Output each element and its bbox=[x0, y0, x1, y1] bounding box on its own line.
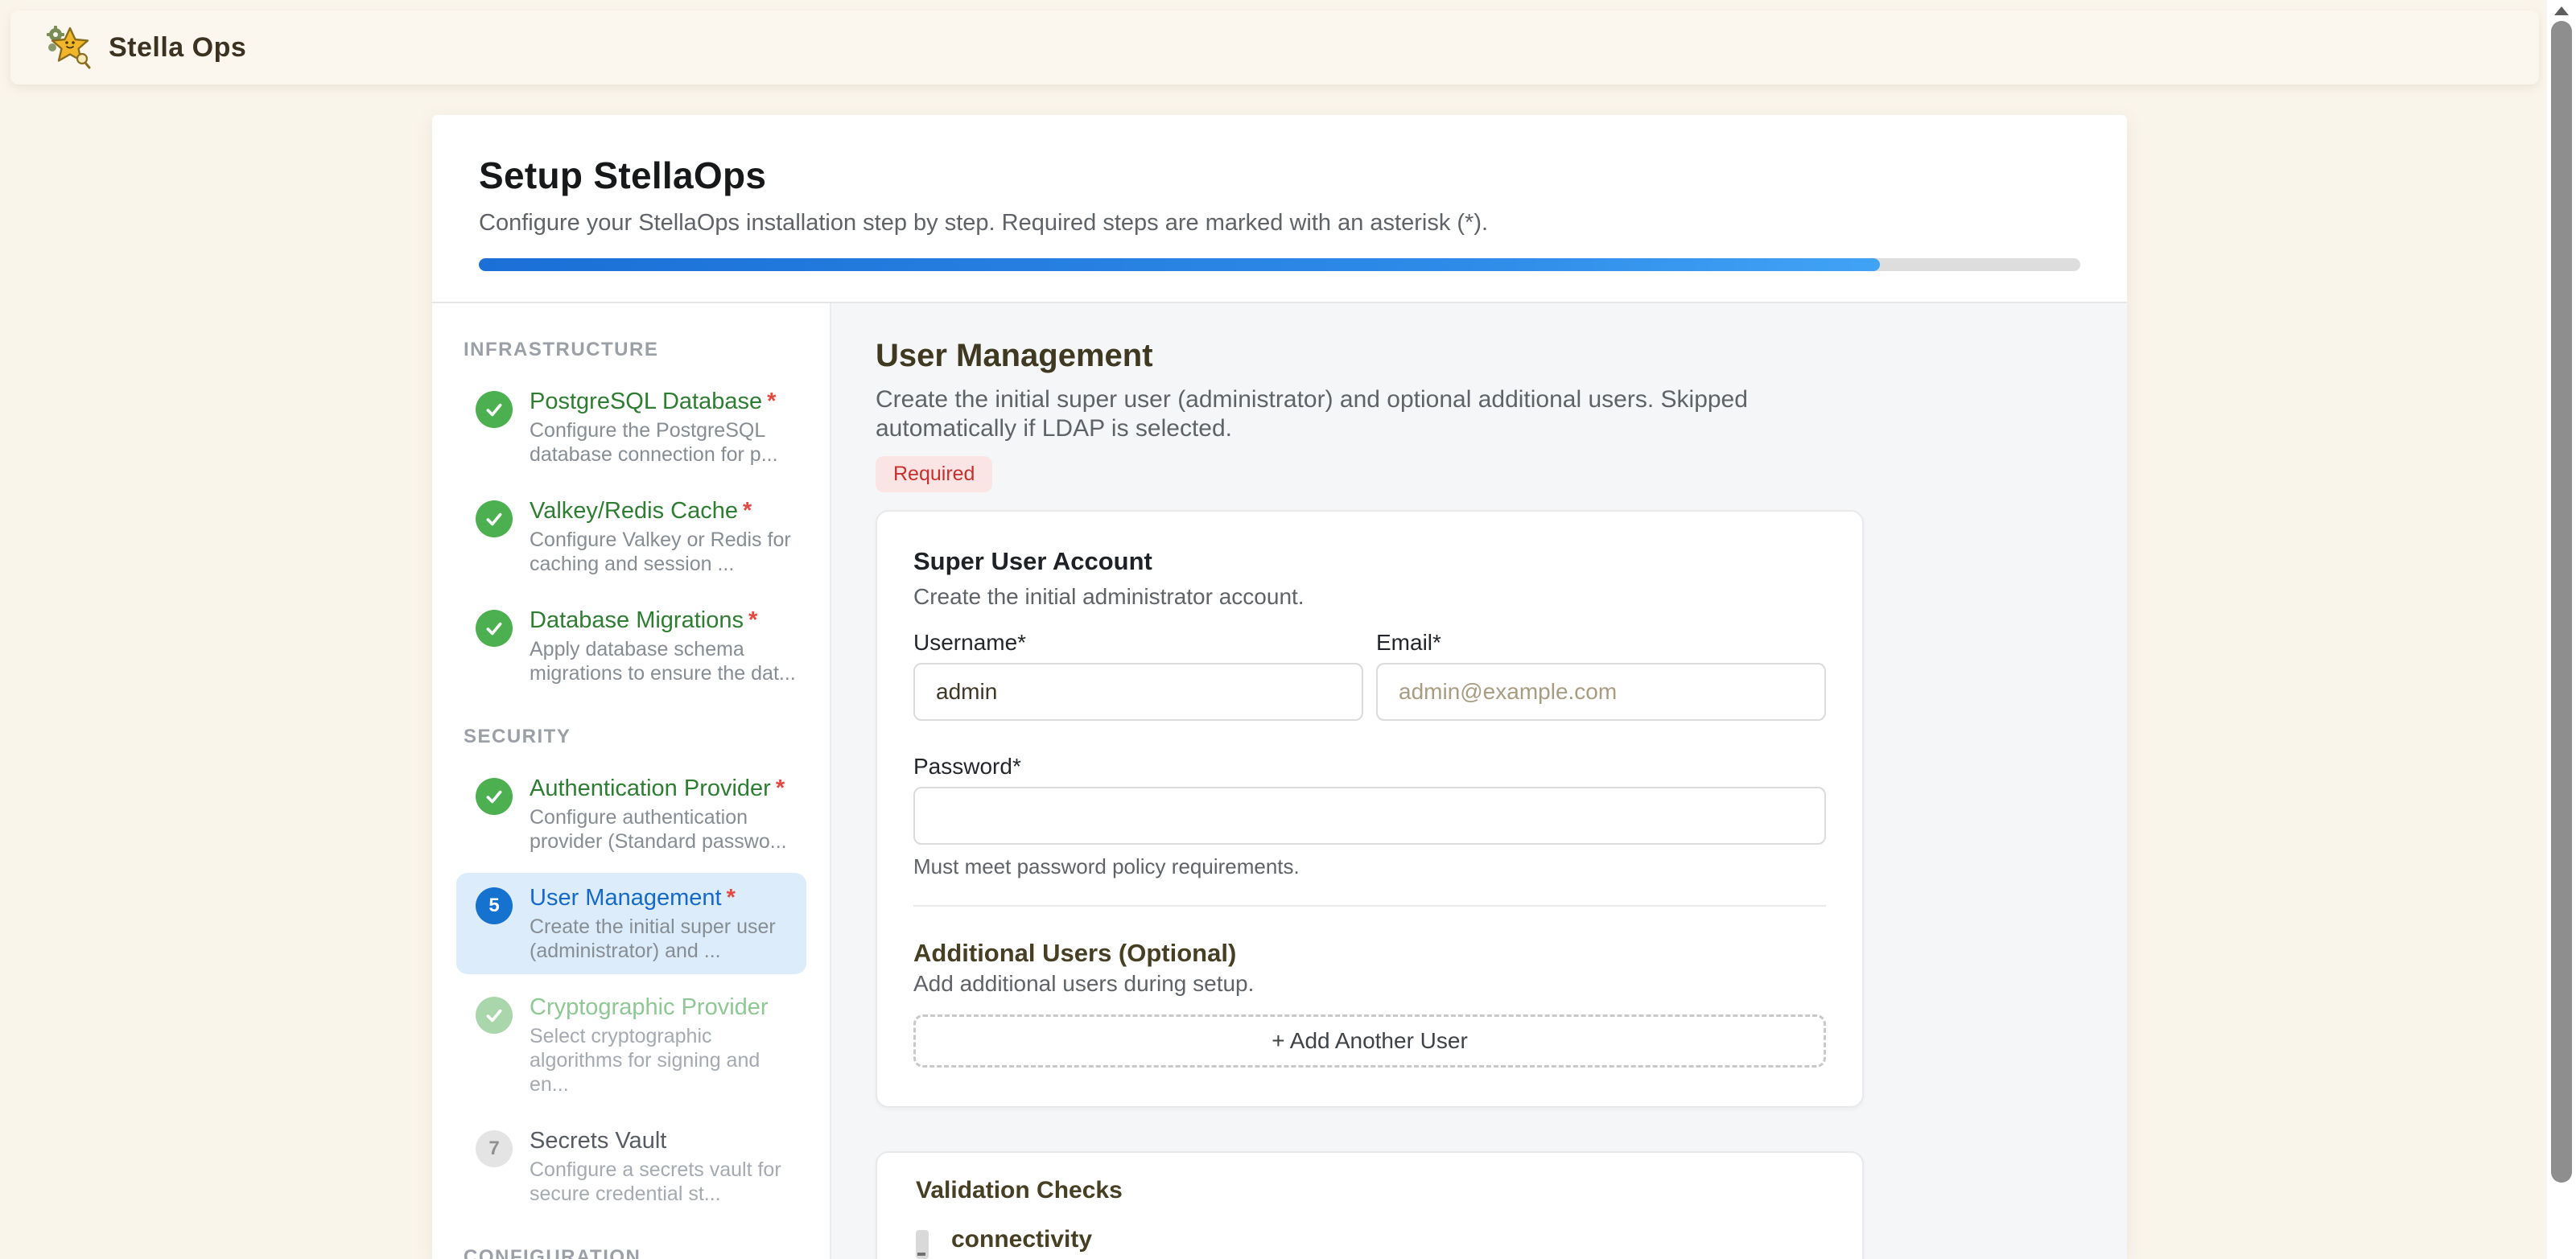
step-description: Configure authentication provider (Stand… bbox=[530, 805, 797, 854]
password-label: Password* bbox=[913, 753, 1826, 780]
setup-steps-sidebar: INFRASTRUCTURE PostgreSQL Database* Conf… bbox=[432, 303, 831, 1259]
check-status-text: Check passed bbox=[951, 1256, 1092, 1259]
add-another-user-button[interactable]: + Add Another User bbox=[913, 1014, 1826, 1068]
page-title: Setup StellaOps bbox=[479, 154, 2080, 197]
step-done-check-icon bbox=[476, 391, 513, 428]
sidebar-item-authentication-provider[interactable]: Authentication Provider* Configure authe… bbox=[456, 763, 806, 865]
step-description: Configure a secrets vault for secure cre… bbox=[530, 1158, 797, 1206]
validation-check-row: connectivity Check passed bbox=[916, 1225, 1826, 1259]
step-title: Secrets Vault bbox=[530, 1127, 797, 1154]
card-divider bbox=[913, 905, 1826, 907]
required-asterisk: * bbox=[767, 389, 776, 414]
step-heading: User Management bbox=[876, 338, 1864, 374]
setup-header: Setup StellaOps Configure your StellaOps… bbox=[432, 115, 2127, 303]
super-user-card-subtitle: Create the initial administrator account… bbox=[913, 584, 1826, 610]
sidebar-item-database-migrations[interactable]: Database Migrations* Apply database sche… bbox=[456, 595, 806, 697]
setup-progress-bar bbox=[479, 258, 2080, 271]
step-done-check-icon bbox=[476, 500, 513, 537]
sidebar-item-cryptographic-provider[interactable]: Cryptographic Provider Select cryptograp… bbox=[456, 982, 806, 1108]
additional-users-title: Additional Users (Optional) bbox=[913, 939, 1826, 968]
required-asterisk: * bbox=[727, 885, 736, 911]
required-asterisk: * bbox=[776, 776, 785, 801]
step-done-check-icon bbox=[476, 610, 513, 647]
check-name: connectivity bbox=[951, 1225, 1092, 1254]
step-description: Create the initial super user (administr… bbox=[530, 915, 797, 963]
super-user-card-title: Super User Account bbox=[913, 547, 1826, 576]
setup-wizard-card: Setup StellaOps Configure your StellaOps… bbox=[432, 115, 2127, 1259]
step-title: Database Migrations* bbox=[530, 607, 797, 634]
required-asterisk: * bbox=[743, 498, 752, 524]
sidebar-item-user-management[interactable]: 5 User Management* Create the initial su… bbox=[456, 873, 806, 974]
password-helper-text: Must meet password policy requirements. bbox=[913, 854, 1826, 879]
app-header: Stella Ops bbox=[10, 10, 2539, 84]
sidebar-item-secrets-vault[interactable]: 7 Secrets Vault Configure a secrets vaul… bbox=[456, 1116, 806, 1217]
scrollbar-thumb[interactable] bbox=[2551, 21, 2572, 1183]
setup-progress-fill bbox=[479, 258, 1880, 271]
validation-checks-card: Validation Checks connectivity Check pas… bbox=[876, 1151, 1864, 1259]
step-title: Valkey/Redis Cache* bbox=[530, 497, 797, 525]
section-label-configuration: CONFIGURATION bbox=[456, 1246, 806, 1259]
step-description-text: Create the initial super user (administr… bbox=[876, 385, 1761, 443]
email-label: Email* bbox=[1376, 629, 1826, 656]
sidebar-item-postgresql-database[interactable]: PostgreSQL Database* Configure the Postg… bbox=[456, 376, 806, 478]
step-description: Configure Valkey or Redis for caching an… bbox=[530, 528, 797, 576]
sidebar-item-valkey-redis-cache[interactable]: Valkey/Redis Cache* Configure Valkey or … bbox=[456, 486, 806, 587]
page-scrollbar[interactable] bbox=[2547, 0, 2576, 1259]
scrollbar-up-arrow-icon[interactable] bbox=[2554, 6, 2569, 15]
super-user-account-card: Super User Account Create the initial ad… bbox=[876, 510, 1864, 1108]
validation-checks-title: Validation Checks bbox=[916, 1177, 1826, 1204]
step-done-muted-check-icon bbox=[476, 997, 513, 1034]
step-description: Select cryptographic algorithms for sign… bbox=[530, 1024, 797, 1096]
page-subtitle: Configure your StellaOps installation st… bbox=[479, 210, 2080, 237]
step-number-badge: 7 bbox=[476, 1130, 513, 1167]
email-input[interactable] bbox=[1376, 663, 1826, 721]
stella-ops-logo-icon bbox=[46, 23, 94, 72]
step-done-check-icon bbox=[476, 778, 513, 815]
required-badge: Required bbox=[876, 456, 992, 492]
section-label-security: SECURITY bbox=[456, 726, 806, 748]
check-status-icon bbox=[916, 1230, 929, 1259]
section-label-infrastructure: INFRASTRUCTURE bbox=[456, 339, 806, 361]
step-number-badge: 5 bbox=[476, 887, 513, 924]
additional-users-subtitle: Add additional users during setup. bbox=[913, 971, 1826, 997]
step-title: Cryptographic Provider bbox=[530, 994, 797, 1021]
app-title: Stella Ops bbox=[109, 32, 246, 64]
step-title: Authentication Provider* bbox=[530, 775, 797, 802]
step-title: PostgreSQL Database* bbox=[530, 388, 797, 415]
step-title: User Management* bbox=[530, 884, 797, 911]
username-label: Username* bbox=[913, 629, 1363, 656]
required-asterisk: * bbox=[748, 607, 757, 633]
step-description: Apply database schema migrations to ensu… bbox=[530, 637, 797, 685]
username-input[interactable] bbox=[913, 663, 1363, 721]
step-content-area: User Management Create the initial super… bbox=[831, 303, 2127, 1259]
step-description: Configure the PostgreSQL database connec… bbox=[530, 418, 797, 467]
password-input[interactable] bbox=[913, 787, 1826, 845]
